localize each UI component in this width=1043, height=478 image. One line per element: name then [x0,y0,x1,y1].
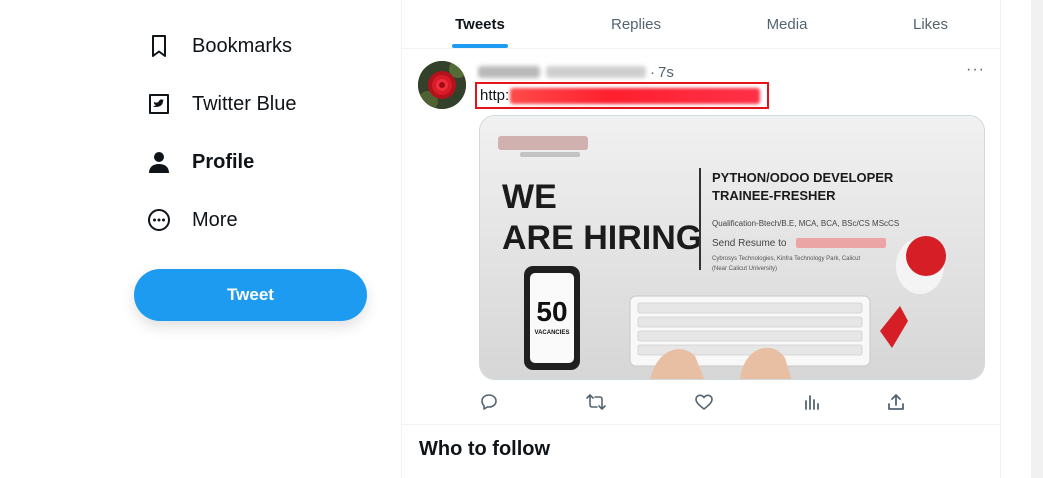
who-to-follow-heading: Who to follow [419,438,551,460]
tweet-timestamp[interactable]: 7s [658,64,674,81]
tab-label: Replies [610,15,662,33]
tweet-media-image[interactable]: WE ARE HIRING PYTHON/ODOO DEVELOPER TRAI… [479,115,985,380]
qualification-text: Qualification-Btech/B.E, MCA, BCA, BSc/C… [712,219,899,228]
tab-label: Tweets [455,15,505,33]
tweet-link-highlight[interactable]: http: [475,82,769,109]
tweet-more-button[interactable]: ··· [966,61,985,79]
retweet-icon[interactable] [585,391,607,413]
nav-item-more[interactable]: More [146,202,238,238]
tweet-card[interactable]: · 7s ··· http: WE ARE HIRING PYTHON/ODOO… [402,49,1001,425]
page-scrollbar[interactable] [1031,0,1043,478]
hiring-headline-1: WE [502,178,557,216]
active-tab-indicator [452,44,508,48]
role-title-1: PYTHON/ODOO DEVELOPER [712,170,894,185]
analytics-icon[interactable] [801,391,823,413]
phone-illustration: 50 VACANCIES [524,266,580,370]
tab-likes[interactable]: Likes [860,0,1001,48]
address-line-2: (Near Calicut University) [712,266,777,272]
handle-redacted[interactable] [546,66,646,78]
tab-replies[interactable]: Replies [558,0,714,48]
main-column: Tweets Replies Media Likes · 7s ··· http… [401,0,1001,478]
link-redacted [510,87,761,104]
nav-item-label: Twitter Blue [192,92,297,115]
display-name-redacted[interactable] [478,66,540,78]
reply-icon[interactable] [478,391,500,413]
tweet-header: · 7s [478,63,674,81]
tab-tweets[interactable]: Tweets [402,0,558,48]
avatar[interactable] [418,61,466,109]
like-icon[interactable] [693,391,715,413]
share-icon[interactable] [885,391,907,413]
role-title-2: TRAINEE-FRESHER [712,188,836,203]
nav-item-twitter-blue[interactable]: Twitter Blue [146,86,296,122]
nav-item-label: Profile [192,150,255,173]
separator-dot: · [650,63,655,81]
profile-icon [146,149,172,175]
tweet-button[interactable]: Tweet [134,269,367,321]
vacancies-count: 50 [536,296,567,327]
nav-item-bookmarks[interactable]: Bookmarks [146,28,292,64]
twitter-blue-icon [146,91,172,117]
send-resume-text: Send Resume to [712,238,787,249]
left-nav: Bookmarks Twitter Blue Profile More Twee… [0,0,400,478]
tweet-link-text: http: [480,87,510,104]
tweet-actions [478,391,908,413]
tab-label: Media [766,15,808,33]
hiring-headline-2: ARE HIRING [502,219,702,257]
bookmark-icon [146,33,172,59]
tab-label: Likes [912,15,949,33]
nav-item-profile[interactable]: Profile [146,144,254,180]
nav-item-label: More [192,208,238,231]
email-redacted [796,238,886,248]
profile-tabs: Tweets Replies Media Likes [402,0,1001,49]
nav-item-label: Bookmarks [192,34,293,57]
more-circle-icon [146,207,172,233]
vacancies-label: VACANCIES [535,330,570,336]
address-line-1: Cybrosys Technologies, Kinfra Technology… [712,256,861,262]
tab-media[interactable]: Media [714,0,860,48]
